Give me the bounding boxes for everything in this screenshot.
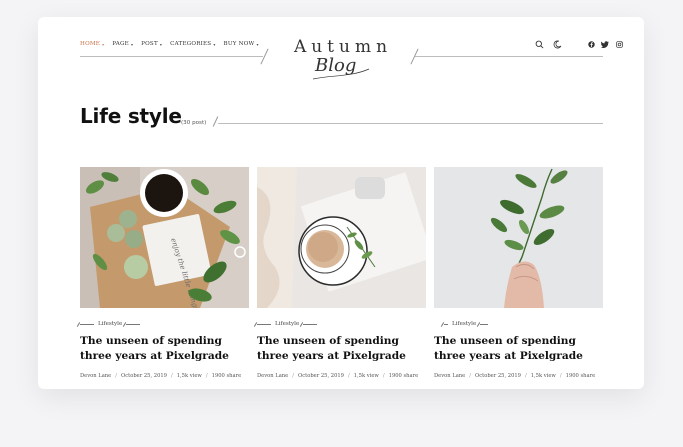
post-count: (30 post): [181, 120, 207, 126]
post-category: Lifestyle: [257, 320, 426, 328]
nav-item-post[interactable]: POST ▾: [141, 41, 162, 47]
header-divider-right: [415, 56, 603, 57]
twitter-icon[interactable]: [600, 39, 610, 49]
post-date: October 25, 2019: [120, 373, 167, 379]
nav-label: PAGE: [112, 41, 129, 47]
post-card[interactable]: Lifestyle The unseen of spending three y…: [434, 167, 603, 379]
chevron-down-icon: ▾: [102, 41, 105, 47]
post-thumbnail[interactable]: enjoy the little things: [80, 167, 249, 308]
post-date: October 25, 2019: [474, 373, 521, 379]
post-category: Lifestyle: [80, 320, 249, 328]
chevron-down-icon: ▾: [159, 41, 163, 47]
post-meta: Devon Lane / October 25, 2019/ 1,5k view /…: [257, 373, 426, 379]
post-thumbnail[interactable]: [257, 167, 426, 308]
meta-separator: /: [524, 373, 527, 379]
facebook-icon[interactable]: [586, 39, 596, 49]
moon-icon[interactable]: [552, 39, 562, 49]
meta-separator: /: [115, 373, 117, 379]
social-links: [586, 39, 624, 49]
header-actions: [534, 39, 624, 49]
category-label[interactable]: Lifestyle: [98, 321, 122, 327]
post-meta: Devon Lane / October 25, 2019/ 1,5k view /…: [434, 373, 603, 379]
header-divider-left: [80, 56, 263, 57]
post-views: 1,5k view: [530, 373, 556, 379]
divider-dash: [257, 323, 271, 325]
post-card[interactable]: enjoy the little things Lifestyle The un…: [80, 167, 249, 379]
meta-separator: /: [170, 373, 173, 379]
chevron-down-icon: ▾: [213, 41, 216, 47]
meta-separator: /: [292, 373, 294, 379]
post-grid: enjoy the little things Lifestyle The un…: [80, 167, 603, 379]
logo-script: Blog: [312, 55, 370, 80]
nav-label: POST: [141, 41, 158, 47]
title-divider: [218, 123, 603, 124]
page-title: Life style: [80, 104, 182, 128]
nav-item-home[interactable]: HOME ▾: [80, 41, 104, 47]
instagram-icon[interactable]: [614, 39, 624, 49]
main-nav: HOME ▾ PAGE ▾ POST ▾ CATEGORIES ▾ BUY NOW ▾: [80, 41, 259, 47]
post-title[interactable]: The unseen of spending three years at Pi…: [257, 334, 426, 364]
post-date: October 25, 2019: [297, 373, 344, 379]
search-icon[interactable]: [534, 39, 544, 49]
nav-item-categories[interactable]: CATEGORIES ▾: [170, 41, 215, 47]
post-views: 1,5k view: [176, 373, 202, 379]
nav-label: HOME: [80, 41, 101, 47]
category-label[interactable]: Lifestyle: [275, 321, 299, 327]
divider-dash: [480, 323, 489, 325]
post-shares: 1900 share: [388, 373, 419, 379]
chevron-down-icon: ▾: [256, 41, 259, 47]
post-thumbnail[interactable]: [434, 167, 603, 308]
category-label[interactable]: Lifestyle: [452, 321, 476, 327]
page-container: HOME ▾ PAGE ▾ POST ▾ CATEGORIES ▾ BUY NOW ▾ A…: [38, 17, 644, 389]
post-views: 1,5k view: [353, 373, 379, 379]
meta-separator: /: [469, 373, 471, 379]
post-title[interactable]: The unseen of spending three years at Pi…: [80, 334, 249, 364]
logo-script-text: Blog: [314, 55, 356, 76]
post-author[interactable]: Devon Lane: [80, 373, 111, 379]
post-shares: 1900 share: [565, 373, 596, 379]
meta-separator: /: [205, 373, 208, 379]
nav-item-page[interactable]: PAGE ▾: [112, 41, 133, 47]
divider-dash: [444, 323, 448, 325]
nav-item-buy-now[interactable]: BUY NOW ▾: [224, 41, 259, 47]
post-category: Lifestyle: [434, 320, 603, 328]
chevron-down-icon: ▾: [130, 41, 134, 47]
divider-slash: [212, 116, 219, 127]
divider-dash: [126, 323, 141, 325]
post-author[interactable]: Devon Lane: [257, 373, 288, 379]
divider-dash: [303, 323, 318, 325]
meta-separator: /: [382, 373, 385, 379]
post-shares: 1900 share: [211, 373, 242, 379]
nav-label: BUY NOW: [223, 41, 255, 47]
meta-separator: /: [559, 373, 562, 379]
divider-dash: [80, 323, 94, 325]
post-author[interactable]: Devon Lane: [434, 373, 465, 379]
post-card[interactable]: Lifestyle The unseen of spending three y…: [257, 167, 426, 379]
post-meta: Devon Lane / October 25, 2019/ 1,5k view /…: [80, 373, 249, 379]
meta-separator: /: [347, 373, 350, 379]
post-title[interactable]: The unseen of spending three years at Pi…: [434, 334, 603, 364]
nav-label: CATEGORIES: [170, 41, 212, 47]
